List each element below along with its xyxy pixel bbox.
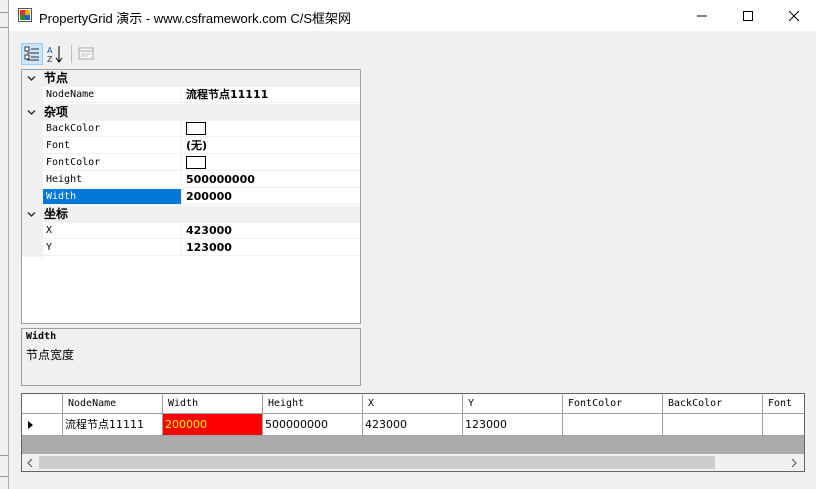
window-title: PropertyGrid 演示 - www.csframework.com C/… — [39, 11, 352, 26]
description-text: 节点宽度 — [26, 348, 75, 362]
category-label: 杂项 — [44, 105, 69, 119]
column-header-width[interactable]: Width — [163, 394, 263, 414]
cell-x[interactable]: 423000 — [363, 414, 463, 436]
property-value[interactable] — [183, 155, 360, 171]
property-row-nodename[interactable]: NodeName 流程节点11111 — [22, 87, 360, 104]
categorized-icon — [24, 46, 39, 61]
property-value[interactable]: 500000000 — [183, 172, 360, 188]
column-header-y[interactable]: Y — [463, 394, 563, 414]
property-name: Y — [43, 240, 182, 256]
property-name: FontColor — [43, 155, 182, 171]
chevron-down-icon[interactable] — [26, 107, 37, 118]
chevron-down-icon[interactable] — [26, 209, 37, 220]
cell-height[interactable]: 500000000 — [263, 414, 363, 436]
background-control — [0, 455, 8, 477]
property-name: X — [43, 223, 182, 239]
description-title: Width — [26, 331, 57, 342]
property-name-selected: Width — [43, 189, 182, 205]
property-grid: 节点 NodeName 流程节点11111 杂项 BackColor Font … — [21, 69, 361, 324]
category-label: 坐标 — [44, 207, 69, 221]
column-header-nodename[interactable]: NodeName — [63, 394, 163, 414]
column-header-height[interactable]: Height — [263, 394, 363, 414]
current-row-arrow-icon — [28, 421, 33, 429]
scroll-right-icon[interactable] — [788, 457, 800, 469]
property-value[interactable]: 200000 — [183, 189, 360, 205]
svg-text:Z: Z — [47, 55, 53, 64]
main-window: PropertyGrid 演示 - www.csframework.com C/… — [8, 0, 816, 489]
close-button[interactable] — [771, 0, 816, 31]
category-label: 节点 — [44, 71, 69, 85]
horizontal-scrollbar[interactable] — [22, 454, 804, 471]
color-swatch — [186, 121, 206, 135]
property-row-height[interactable]: Height 500000000 — [22, 172, 360, 189]
background-control — [0, 12, 8, 28]
cell-backcolor[interactable] — [663, 414, 763, 436]
property-value[interactable]: 123000 — [183, 240, 360, 256]
minimize-icon — [697, 15, 707, 16]
property-name: Height — [43, 172, 182, 188]
property-grid-toolbar: A Z — [21, 43, 101, 65]
chevron-down-icon[interactable] — [26, 73, 37, 84]
property-value[interactable]: 流程节点11111 — [183, 87, 360, 103]
property-value[interactable]: (无) — [183, 138, 360, 154]
category-row-coordinate[interactable]: 坐标 — [22, 206, 360, 223]
table-row[interactable]: 流程节点11111 200000 500000000 423000 123000 — [22, 414, 804, 436]
column-header-row: NodeName Width Height X Y FontColor Back… — [22, 394, 804, 414]
property-row-font[interactable]: Font (无) — [22, 138, 360, 155]
property-value[interactable]: 423000 — [183, 223, 360, 239]
maximize-icon — [743, 10, 753, 21]
row-header-corner[interactable] — [22, 394, 63, 414]
column-header-fontcolor[interactable]: FontColor — [563, 394, 663, 414]
title-bar[interactable]: PropertyGrid 演示 - www.csframework.com C/… — [9, 0, 816, 31]
column-header-font[interactable]: Font — [763, 394, 804, 414]
row-header[interactable] — [22, 414, 63, 436]
column-header-x[interactable]: X — [363, 394, 463, 414]
cell-fontcolor[interactable] — [563, 414, 663, 436]
property-pages-button[interactable] — [76, 43, 98, 65]
scroll-left-icon[interactable] — [24, 457, 36, 469]
property-value[interactable] — [183, 121, 360, 137]
category-row-misc[interactable]: 杂项 — [22, 104, 360, 121]
cell-font[interactable] — [763, 414, 804, 436]
cell-y[interactable]: 123000 — [463, 414, 563, 436]
property-name: BackColor — [43, 121, 182, 137]
alphabetical-button[interactable]: A Z — [45, 43, 67, 65]
minimize-button[interactable] — [679, 0, 725, 31]
property-name: Font — [43, 138, 182, 154]
data-grid-view: NodeName Width Height X Y FontColor Back… — [21, 393, 805, 472]
color-swatch — [186, 155, 206, 169]
toolbar-separator — [71, 45, 72, 63]
scrollbar-thumb[interactable] — [39, 456, 715, 469]
close-icon — [789, 10, 799, 21]
property-name: NodeName — [43, 87, 182, 103]
cell-nodename[interactable]: 流程节点11111 — [63, 414, 163, 436]
property-row-fontcolor[interactable]: FontColor — [22, 155, 360, 172]
property-row-width[interactable]: Width 200000 — [22, 189, 360, 206]
description-panel: Width 节点宽度 — [21, 328, 361, 386]
app-icon — [18, 8, 32, 22]
property-row-backcolor[interactable]: BackColor — [22, 121, 360, 138]
alphabetical-icon: A Z — [47, 46, 63, 64]
property-pages-icon — [78, 47, 94, 60]
maximize-button[interactable] — [725, 0, 771, 31]
property-row-x[interactable]: X 423000 — [22, 223, 360, 240]
property-row-y[interactable]: Y 123000 — [22, 240, 360, 257]
category-row-node[interactable]: 节点 — [22, 70, 360, 87]
svg-text:A: A — [47, 46, 53, 55]
cell-width[interactable]: 200000 — [163, 414, 263, 436]
column-header-backcolor[interactable]: BackColor — [663, 394, 763, 414]
categorized-button[interactable] — [21, 43, 43, 65]
